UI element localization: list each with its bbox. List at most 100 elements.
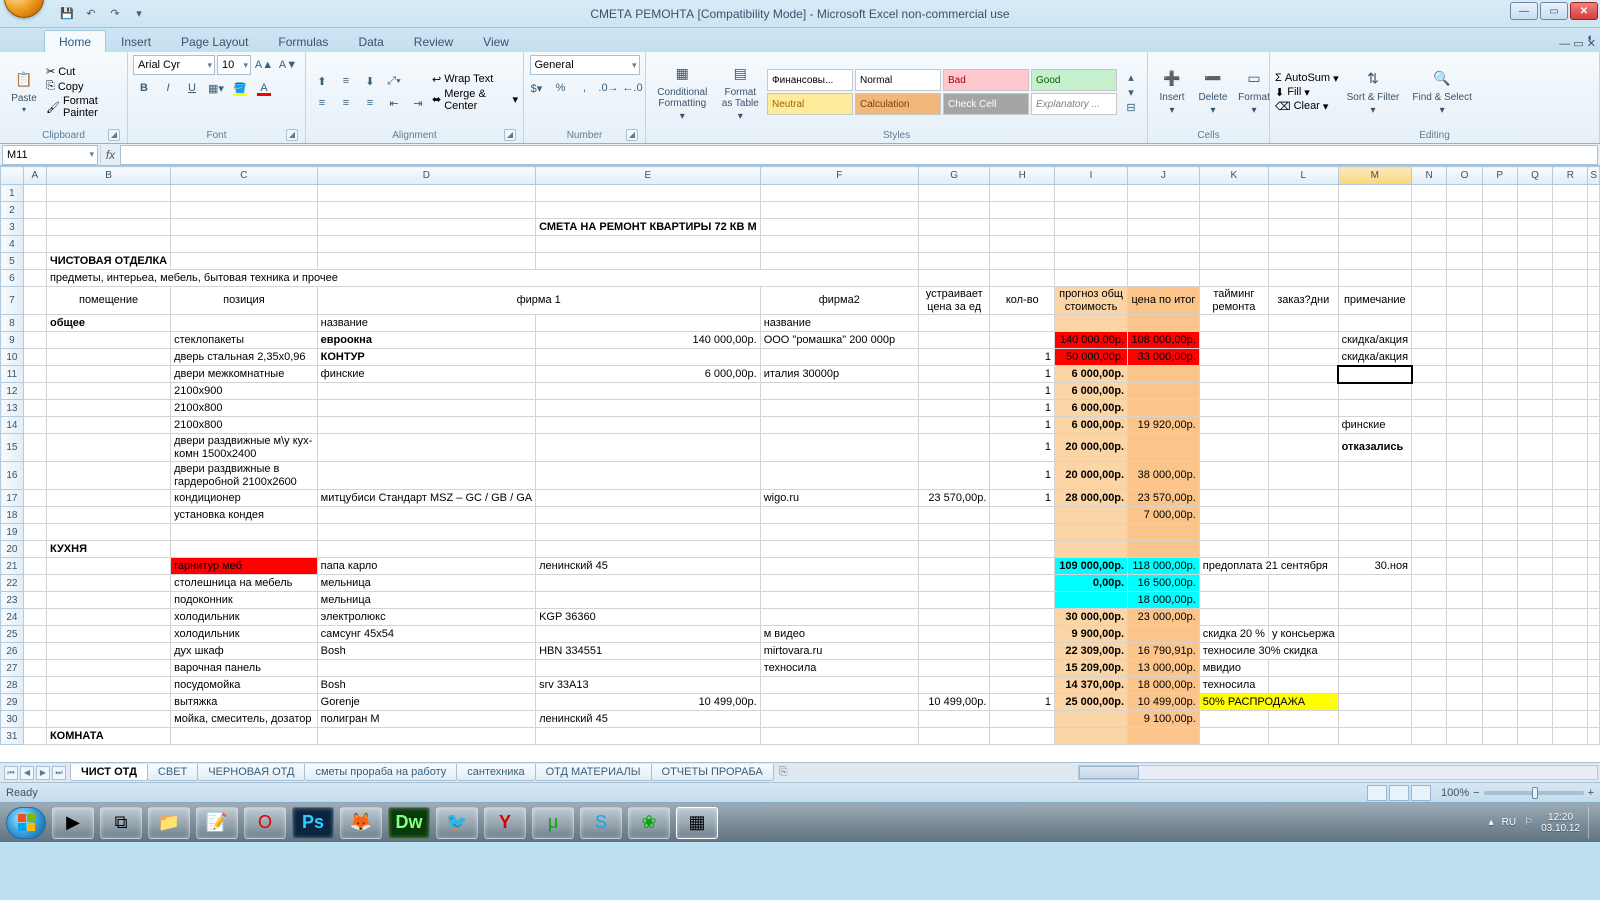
cell[interactable] (1412, 660, 1447, 677)
cell[interactable] (23, 541, 46, 558)
cell[interactable] (990, 236, 1055, 253)
cell[interactable] (536, 507, 761, 524)
cell[interactable] (990, 541, 1055, 558)
cell[interactable] (760, 677, 918, 694)
taskbar-app-excel[interactable]: ▦ (676, 807, 718, 839)
cell[interactable] (1553, 575, 1588, 592)
cell[interactable] (918, 575, 990, 592)
cell[interactable] (1268, 383, 1338, 400)
find-select-button[interactable]: 🔍Find & Select▾ (1407, 65, 1476, 119)
sheet-tab[interactable]: сантехника (456, 764, 535, 781)
align-bottom-icon[interactable]: ⬇ (359, 71, 381, 91)
row-header[interactable]: 23 (1, 592, 24, 609)
dialog-launcher-icon[interactable]: ◢ (286, 129, 298, 141)
column-header[interactable]: D (317, 167, 535, 185)
cell[interactable] (1199, 253, 1268, 270)
cell[interactable] (1447, 524, 1482, 541)
cell[interactable] (1553, 315, 1588, 332)
zoom-out-icon[interactable]: − (1473, 787, 1479, 799)
sheet-tab[interactable]: сметы прораба на работу (304, 764, 457, 781)
cell[interactable] (317, 434, 535, 462)
cell[interactable] (1128, 383, 1200, 400)
cell[interactable] (23, 417, 46, 434)
cell[interactable] (1199, 728, 1268, 745)
cell[interactable] (1517, 490, 1552, 507)
cell[interactable] (1447, 694, 1482, 711)
cell[interactable] (1588, 541, 1600, 558)
cell[interactable] (1338, 383, 1411, 400)
cell[interactable] (1447, 185, 1482, 202)
comma-icon[interactable]: , (574, 78, 596, 98)
cell[interactable] (23, 677, 46, 694)
cell[interactable] (918, 677, 990, 694)
cell[interactable] (46, 236, 170, 253)
cell[interactable] (1588, 462, 1600, 490)
cell[interactable] (317, 507, 535, 524)
column-header[interactable]: K (1199, 167, 1268, 185)
cell[interactable] (1447, 558, 1482, 575)
cell[interactable] (1054, 541, 1127, 558)
cell[interactable] (1199, 270, 1268, 287)
cell-styles-gallery[interactable]: Финансовы...NormalBadGoodNeutralCalculat… (767, 69, 1117, 115)
cell[interactable] (1553, 349, 1588, 366)
row-header[interactable]: 17 (1, 490, 24, 507)
cell[interactable] (46, 366, 170, 383)
cell[interactable] (1412, 349, 1447, 366)
row-header[interactable]: 21 (1, 558, 24, 575)
cell[interactable] (1553, 400, 1588, 417)
row-header[interactable]: 27 (1, 660, 24, 677)
cell[interactable] (23, 383, 46, 400)
cell[interactable] (1517, 541, 1552, 558)
cell[interactable] (1412, 315, 1447, 332)
cell[interactable]: 1 (990, 417, 1055, 434)
cell[interactable] (1338, 541, 1411, 558)
cell[interactable] (1412, 592, 1447, 609)
cell[interactable]: стеклопакеты (171, 332, 318, 349)
cell[interactable] (1447, 626, 1482, 643)
row-header[interactable]: 12 (1, 383, 24, 400)
cell[interactable] (760, 558, 918, 575)
column-header[interactable]: E (536, 167, 761, 185)
row-header[interactable]: 20 (1, 541, 24, 558)
cell[interactable] (1482, 677, 1517, 694)
cell[interactable] (317, 660, 535, 677)
cell[interactable] (1553, 626, 1588, 643)
cell[interactable] (1128, 202, 1200, 219)
cell[interactable] (1482, 253, 1517, 270)
column-header[interactable]: M (1338, 167, 1411, 185)
cell[interactable] (918, 270, 990, 287)
cell[interactable] (23, 462, 46, 490)
cell[interactable] (536, 315, 761, 332)
cell[interactable]: устраивает цена за ед (918, 287, 990, 315)
cell[interactable] (1199, 219, 1268, 236)
cell[interactable] (536, 524, 761, 541)
cell[interactable] (23, 711, 46, 728)
cell[interactable] (1447, 417, 1482, 434)
cell[interactable] (1128, 626, 1200, 643)
cell[interactable] (1588, 524, 1600, 541)
decrease-decimal-icon[interactable]: ←.0 (622, 78, 644, 98)
cell[interactable] (171, 236, 318, 253)
cell[interactable] (1517, 315, 1552, 332)
cell[interactable]: 0,00р. (1054, 575, 1127, 592)
cell[interactable] (1338, 728, 1411, 745)
cell[interactable] (760, 185, 918, 202)
cell[interactable] (990, 728, 1055, 745)
taskbar-app-photoshop[interactable]: Ps (292, 807, 334, 839)
cell[interactable]: самсунг 45х54 (317, 626, 535, 643)
cell[interactable] (1517, 507, 1552, 524)
cell[interactable] (1054, 592, 1127, 609)
row-header[interactable]: 7 (1, 287, 24, 315)
cell[interactable]: 20 000,00р. (1054, 462, 1127, 490)
cell[interactable] (918, 383, 990, 400)
cell[interactable]: ООО "ромашка" 200 000р (760, 332, 918, 349)
cell[interactable]: 1 (990, 400, 1055, 417)
cell[interactable] (1412, 490, 1447, 507)
ribbon-tab-page-layout[interactable]: Page Layout (166, 30, 263, 52)
indent-increase-icon[interactable]: ⇥ (407, 93, 429, 113)
cell[interactable]: 1 (990, 366, 1055, 383)
cell[interactable] (1268, 575, 1338, 592)
cell[interactable]: Gorenje (317, 694, 535, 711)
conditional-formatting-button[interactable]: ▦ Conditional Formatting▾ (651, 60, 714, 125)
cell[interactable] (1482, 434, 1517, 462)
